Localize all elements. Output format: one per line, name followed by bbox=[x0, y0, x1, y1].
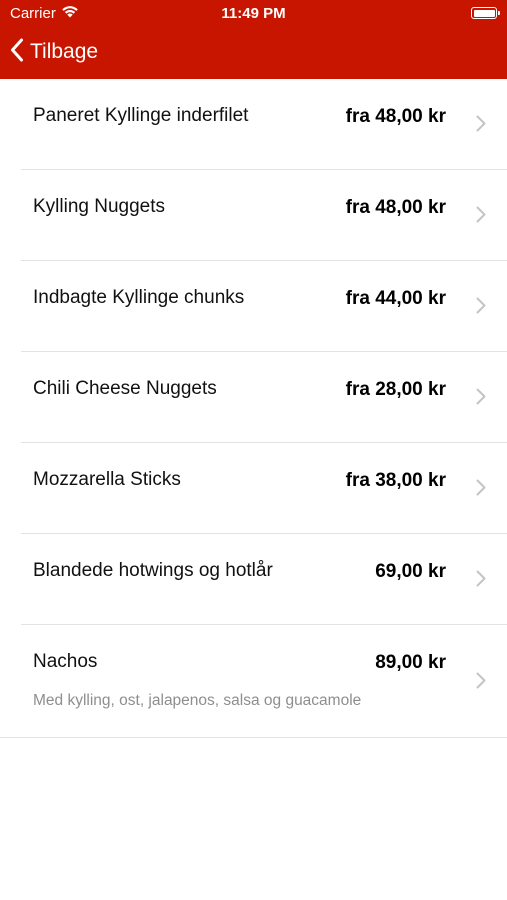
list-item[interactable]: Nachos 89,00 kr Med kylling, ost, jalape… bbox=[0, 625, 507, 738]
battery-icon bbox=[471, 7, 500, 19]
status-bar: Carrier 11:49 PM bbox=[0, 0, 507, 28]
status-time: 11:49 PM bbox=[221, 5, 286, 22]
item-price: fra 28,00 kr bbox=[345, 379, 446, 400]
chevron-left-icon bbox=[10, 38, 24, 67]
item-name: Nachos bbox=[33, 651, 98, 672]
menu-item-list: Paneret Kyllinge inderfilet fra 48,00 kr… bbox=[0, 79, 507, 738]
list-item[interactable]: Paneret Kyllinge inderfilet fra 48,00 kr bbox=[0, 79, 507, 170]
list-item[interactable]: Indbagte Kyllinge chunks fra 44,00 kr bbox=[0, 261, 507, 352]
list-item[interactable]: Mozzarella Sticks fra 38,00 kr bbox=[0, 443, 507, 534]
item-price: 89,00 kr bbox=[375, 652, 446, 673]
item-price: 69,00 kr bbox=[375, 561, 446, 582]
chevron-right-icon bbox=[476, 672, 486, 694]
row-divider bbox=[0, 737, 507, 738]
item-price: fra 38,00 kr bbox=[345, 470, 446, 491]
list-item[interactable]: Chili Cheese Nuggets fra 28,00 kr bbox=[0, 352, 507, 443]
item-description: Med kylling, ost, jalapenos, salsa og gu… bbox=[33, 692, 362, 709]
battery-level bbox=[473, 9, 495, 17]
list-item[interactable]: Kylling Nuggets fra 48,00 kr bbox=[0, 170, 507, 261]
item-price: fra 48,00 kr bbox=[345, 197, 446, 218]
item-name: Kylling Nuggets bbox=[33, 196, 166, 217]
item-name: Chili Cheese Nuggets bbox=[33, 378, 217, 399]
item-name: Blandede hotwings og hotlår bbox=[33, 560, 273, 581]
item-name: Paneret Kyllinge inderfilet bbox=[33, 105, 249, 126]
back-button-label: Tilbage bbox=[30, 40, 99, 63]
chevron-right-icon bbox=[476, 206, 486, 228]
item-price: fra 48,00 kr bbox=[345, 106, 446, 127]
chevron-right-icon bbox=[476, 570, 486, 592]
back-button[interactable]: Tilbage bbox=[10, 36, 98, 68]
chevron-right-icon bbox=[476, 479, 486, 501]
list-item[interactable]: Blandede hotwings og hotlår 69,00 kr bbox=[0, 534, 507, 625]
chevron-right-icon bbox=[476, 297, 486, 319]
navigation-bar: Carrier 11:49 PM Tilbage bbox=[0, 0, 507, 79]
item-name: Indbagte Kyllinge chunks bbox=[33, 287, 245, 308]
item-name: Mozzarella Sticks bbox=[33, 469, 181, 490]
chevron-right-icon bbox=[476, 115, 486, 137]
chevron-right-icon bbox=[476, 388, 486, 410]
item-price: fra 44,00 kr bbox=[345, 288, 446, 309]
